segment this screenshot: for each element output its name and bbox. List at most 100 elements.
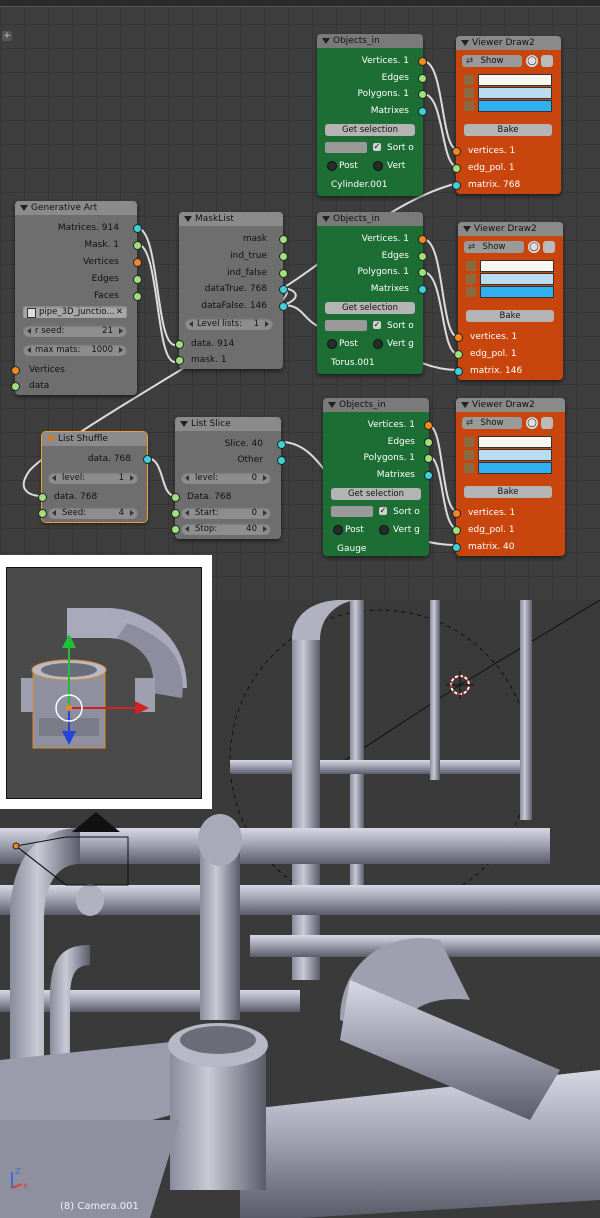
socket-edges-out[interactable] <box>418 251 427 261</box>
socket-data-in[interactable] <box>171 493 180 502</box>
get-selection-button[interactable]: Get selection <box>325 302 415 314</box>
socket-vertices-out[interactable] <box>418 57 427 66</box>
socket-data-in[interactable] <box>175 340 184 349</box>
socket-vertices-in[interactable] <box>454 333 463 342</box>
show-toggle[interactable]: ⇄ Show <box>464 241 524 253</box>
viewer-draw-header[interactable]: Viewer Draw2 <box>456 36 561 50</box>
level-lists-field[interactable]: Level lists: 1 <box>185 318 273 330</box>
level-field[interactable]: level: 1 <box>48 472 138 484</box>
face-color-swatch[interactable] <box>464 100 552 112</box>
clear-icon[interactable]: ✕ <box>116 306 123 318</box>
socket-edg-pol-in[interactable] <box>452 526 461 535</box>
color-bar[interactable] <box>478 100 552 112</box>
objects-in-header[interactable]: Objects_in <box>317 212 423 226</box>
color-bar[interactable] <box>478 449 552 461</box>
socket-mask-in[interactable] <box>175 356 184 365</box>
masklist-header[interactable]: MaskList <box>179 212 283 226</box>
get-selection-button[interactable]: Get selection <box>331 488 421 500</box>
post-radio[interactable] <box>333 525 343 535</box>
socket-mask-out[interactable] <box>133 241 142 250</box>
socket-data-in[interactable] <box>38 493 47 502</box>
vertex-color-swatch[interactable] <box>464 74 552 86</box>
viewer-draw-header[interactable]: Viewer Draw2 <box>456 398 565 412</box>
object-name-field[interactable] <box>331 506 373 517</box>
masklist-node[interactable]: MaskList mask ind_true ind_false dataTru… <box>175 212 288 369</box>
socket-indtrue-out[interactable] <box>279 252 288 261</box>
socket-mask-out[interactable] <box>279 235 288 244</box>
sphere-icon[interactable]: ◯ <box>526 55 538 67</box>
collapse-triangle-icon[interactable] <box>328 402 336 408</box>
viewer-draw-node-2[interactable]: Viewer Draw2 ⇄ Show ◯ Bake vertices. 1 edg_pol… <box>454 222 563 380</box>
color-bar[interactable] <box>478 462 552 474</box>
socket-matrixes-out[interactable] <box>418 284 427 294</box>
color-bar[interactable] <box>480 273 554 285</box>
socket-matrices-out[interactable] <box>133 224 142 233</box>
socket-slice-out[interactable] <box>277 440 286 449</box>
socket-polygons-out[interactable] <box>418 268 427 277</box>
socket-vertices-in[interactable] <box>11 366 20 375</box>
edge-color-swatch[interactable] <box>464 449 552 461</box>
viewer-draw-header[interactable]: Viewer Draw2 <box>458 222 563 236</box>
maxmats-field[interactable]: max mats: 1000 <box>23 344 127 356</box>
collapse-triangle-icon[interactable] <box>461 402 469 408</box>
generative-art-header[interactable]: Generative Art <box>15 201 137 215</box>
objects-in-node-torus[interactable]: Objects_in Vertices. 1 Edges Polygons. 1 Mat… <box>317 212 427 374</box>
vert-radio[interactable] <box>379 525 389 535</box>
socket-polygons-out[interactable] <box>418 90 427 99</box>
collapse-triangle-icon[interactable] <box>20 205 28 211</box>
sphere-icon[interactable]: ◯ <box>526 417 538 429</box>
socket-matrix-in[interactable] <box>454 367 463 376</box>
socket-edges-out[interactable] <box>418 73 427 83</box>
objects-in-node-cylinder[interactable]: Objects_in Vertices. 1 Edges Polygons. 1 Mat… <box>317 34 427 196</box>
socket-vertices-out[interactable] <box>418 235 427 244</box>
face-color-swatch[interactable] <box>466 286 554 298</box>
socket-polygons-out[interactable] <box>424 454 433 463</box>
socket-data-out[interactable] <box>143 455 152 464</box>
collapse-triangle-icon[interactable] <box>463 226 471 232</box>
socket-start-in[interactable] <box>171 509 180 518</box>
collapse-triangle-icon[interactable] <box>461 40 469 46</box>
level-field[interactable]: level: 0 <box>181 472 271 484</box>
face-color-swatch[interactable] <box>464 462 552 474</box>
color-bar[interactable] <box>478 87 552 99</box>
list-shuffle-header[interactable]: List Shuffle <box>42 432 147 446</box>
viewer-draw-node-1[interactable]: Viewer Draw2 ⇄ Show ◯ Bake vertices. 1 edg_pol… <box>452 36 561 194</box>
socket-edges-out[interactable] <box>133 275 142 284</box>
list-shuffle-node[interactable]: List Shuffle data. 768 level: 1 data. 768… <box>38 431 152 523</box>
color-bar[interactable] <box>478 74 552 86</box>
stop-field[interactable]: Stop: 40 <box>181 523 271 535</box>
post-radio[interactable] <box>327 161 337 171</box>
rseed-field[interactable]: r seed: 21 <box>23 325 127 337</box>
socket-faces-out[interactable] <box>133 292 142 301</box>
vertex-color-swatch[interactable] <box>466 260 554 272</box>
sort-checkbox[interactable]: ✓ <box>373 321 381 329</box>
sort-checkbox[interactable]: ✓ <box>373 143 381 151</box>
collapse-triangle-icon[interactable] <box>47 436 55 442</box>
socket-datatrue-out[interactable] <box>279 285 288 294</box>
socket-vertices-in[interactable] <box>452 509 461 518</box>
sphere-icon[interactable]: ◯ <box>528 241 540 253</box>
collapse-triangle-icon[interactable] <box>184 216 192 222</box>
sort-checkbox[interactable]: ✓ <box>379 507 387 515</box>
seed-field[interactable]: Seed: 4 <box>48 507 138 519</box>
socket-indfalse-out[interactable] <box>279 269 288 278</box>
socket-edges-out[interactable] <box>424 437 433 447</box>
objects-in-node-gauge[interactable]: Objects_in Vertices. 1 Edges Polygons. 1 Mat… <box>323 398 433 556</box>
objects-in-header[interactable]: Objects_in <box>323 398 429 412</box>
node-editor[interactable]: + Generative Art Matrices. 914 Mask. 1 V… <box>0 0 600 600</box>
socket-datafalse-out[interactable] <box>279 302 288 311</box>
list-slice-node[interactable]: List Slice Slice. 40 Other level: 0 Data.… <box>171 417 286 539</box>
show-toggle[interactable]: ⇄ Show <box>462 55 522 67</box>
socket-matrix-in[interactable] <box>452 543 461 552</box>
wire-toggle-icon[interactable] <box>541 55 553 67</box>
object-name-field[interactable] <box>325 320 367 331</box>
vert-radio[interactable] <box>373 161 383 171</box>
edge-color-swatch[interactable] <box>464 87 552 99</box>
socket-vertices-in[interactable] <box>452 147 461 156</box>
socket-seed-in[interactable] <box>38 509 47 518</box>
collapse-triangle-icon[interactable] <box>180 421 188 427</box>
generative-art-node[interactable]: Generative Art Matrices. 914 Mask. 1 Ver… <box>11 201 142 395</box>
get-selection-button[interactable]: Get selection <box>325 124 415 136</box>
collapse-triangle-icon[interactable] <box>322 38 330 44</box>
socket-matrixes-out[interactable] <box>418 106 427 116</box>
